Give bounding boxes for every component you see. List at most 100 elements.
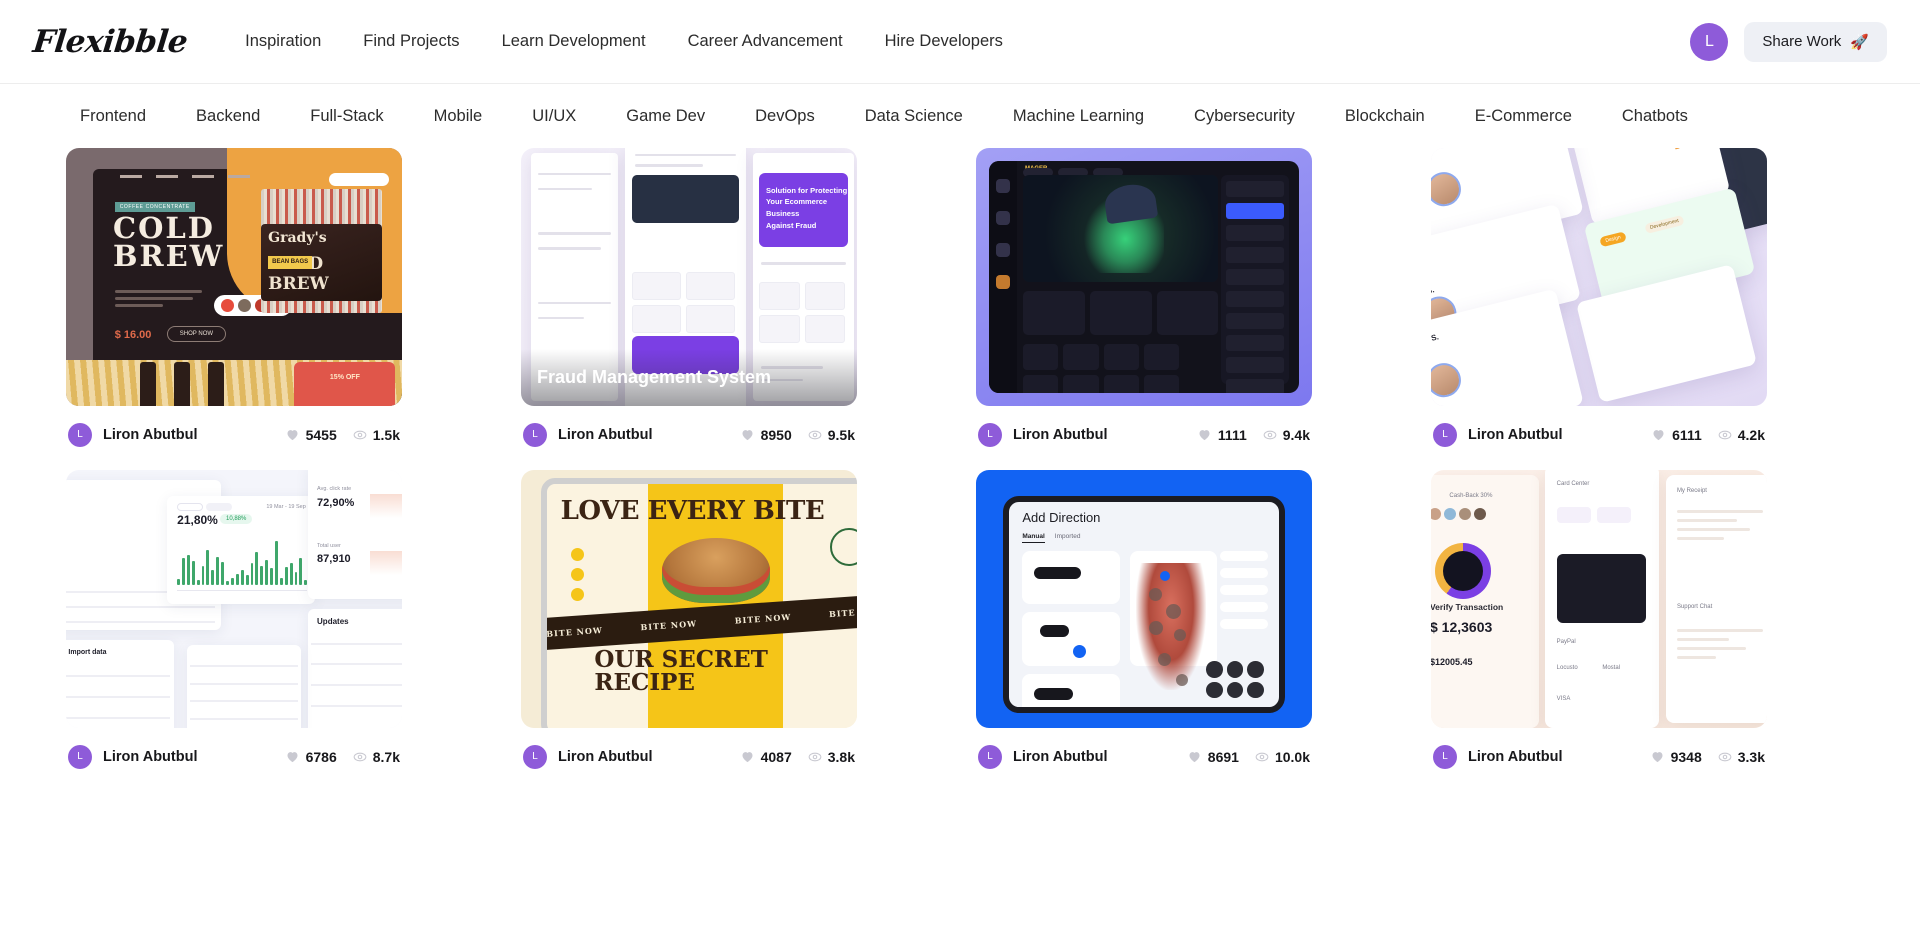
author-name[interactable]: Liron Abutbul	[1013, 749, 1108, 765]
nav-link-learn-development[interactable]: Learn Development	[502, 32, 646, 51]
views-count: 10.0k	[1274, 748, 1310, 765]
author-name[interactable]: Liron Abutbul	[103, 427, 198, 443]
project-thumbnail[interactable]: Cash-Back 30% Verify Transaction $ 12,36…	[1431, 470, 1767, 728]
author-avatar[interactable]: L	[978, 422, 1002, 447]
category-chatbots[interactable]: Chatbots	[1597, 107, 1713, 126]
author-name[interactable]: Liron Abutbul	[558, 749, 653, 765]
views-stat: 3.3k	[1718, 749, 1765, 765]
category-filter-bar: Frontend Backend Full-Stack Mobile UI/UX…	[0, 84, 1920, 148]
views-stat: 3.8k	[808, 749, 855, 765]
eye-icon	[1263, 430, 1277, 439]
user-avatar[interactable]: L	[1690, 22, 1729, 61]
project-thumbnail[interactable]: MAGER	[976, 148, 1312, 406]
nav-link-inspiration[interactable]: Inspiration	[245, 32, 321, 51]
category-machine-learning[interactable]: Machine Learning	[988, 107, 1169, 126]
art-bag-badge: BEAN BAGS	[268, 256, 313, 269]
thumbnail-art: Add Direction Manual Imported	[976, 470, 1312, 728]
card-stats: 6111 4.2k	[1651, 427, 1765, 443]
category-frontend[interactable]: Frontend	[66, 107, 171, 126]
art-verify: Verify Transaction	[1431, 601, 1504, 612]
author-name[interactable]: Liron Abutbul	[1468, 749, 1563, 765]
art-amount2: $12005.45	[1431, 657, 1473, 668]
category-game-dev[interactable]: Game Dev	[601, 107, 730, 126]
likes-count: 4087	[760, 748, 792, 765]
category-e-commerce[interactable]: E-Commerce	[1450, 107, 1597, 126]
likes-count: 8691	[1207, 748, 1239, 765]
primary-nav: Inspiration Find Projects Learn Developm…	[245, 32, 1003, 51]
eye-icon	[808, 430, 822, 439]
views-stat: 4.2k	[1718, 427, 1765, 443]
eye-icon	[808, 752, 822, 761]
project-thumbnail[interactable]: Add Direction Manual Imported	[976, 470, 1312, 728]
share-work-label: Share Work	[1762, 33, 1842, 50]
category-data-science[interactable]: Data Science	[840, 107, 988, 126]
views-stat: 1.5k	[353, 427, 400, 443]
art-cashback: Cash-Back 30%	[1449, 492, 1493, 499]
heart-icon	[1189, 752, 1200, 763]
likes-stat: 1111	[1197, 427, 1247, 443]
project-thumbnail[interactable]: LOVE EVERY BITE BITE NOW BITE NOW BITE NOW…	[521, 470, 857, 728]
project-card: Cash-Back 30% Verify Transaction $ 12,36…	[1431, 470, 1767, 772]
nav-link-career-advancement[interactable]: Career Advancement	[688, 32, 843, 51]
author-name[interactable]: Liron Abutbul	[1468, 427, 1563, 443]
likes-count: 6786	[305, 748, 337, 765]
author-name[interactable]: Liron Abutbul	[1013, 427, 1108, 443]
art-kpi1-label: Avg. click rate	[317, 486, 352, 493]
author-name[interactable]: Liron Abutbul	[103, 749, 198, 765]
category-ui-ux[interactable]: UI/UX	[507, 107, 601, 126]
category-full-stack[interactable]: Full-Stack	[285, 107, 408, 126]
project-card: 19 Mar - 19 Sep 21,80% 10,88% Avg. click…	[66, 470, 402, 772]
project-thumbnail[interactable]: Julia D. DesignDevelopment progressJohn …	[1431, 148, 1767, 406]
art-kpi2-value: 87,910	[317, 553, 351, 566]
project-thumbnail[interactable]: COFFEE CONCENTRATE COLD BREW $ 16.00 SHOP…	[66, 148, 402, 406]
card-stats: 6786 8.7k	[285, 749, 400, 765]
category-devops[interactable]: DevOps	[730, 107, 840, 126]
category-cybersecurity[interactable]: Cybersecurity	[1169, 107, 1320, 126]
art-promo: 15% OFF	[294, 362, 396, 406]
project-thumbnail[interactable]: 19 Mar - 19 Sep 21,80% 10,88% Avg. click…	[66, 470, 402, 728]
eye-icon	[1255, 752, 1269, 761]
views-stat: 10.0k	[1255, 749, 1310, 765]
category-blockchain[interactable]: Blockchain	[1320, 107, 1450, 126]
art-kpi1-value: 72,90%	[317, 497, 355, 510]
art-support: Support Chat	[1676, 603, 1713, 610]
art-headline: COLD BREW	[113, 211, 225, 273]
heart-icon	[1199, 430, 1210, 441]
card-stats: 8691 10.0k	[1187, 749, 1310, 765]
eye-icon	[1718, 430, 1732, 439]
author-name[interactable]: Liron Abutbul	[558, 427, 653, 443]
projects-grid: COFFEE CONCENTRATE COLD BREW $ 16.00 SHOP…	[0, 148, 1920, 772]
rocket-icon: 🚀	[1850, 33, 1869, 51]
author-avatar[interactable]: L	[523, 744, 547, 769]
author-avatar[interactable]: L	[68, 422, 92, 447]
author-avatar[interactable]: L	[68, 744, 92, 769]
thumbnail-art: MAGER	[976, 148, 1312, 406]
author-avatar[interactable]: L	[978, 744, 1002, 769]
likes-count: 8950	[760, 426, 792, 443]
share-work-button[interactable]: Share Work 🚀	[1744, 21, 1887, 62]
nav-link-find-projects[interactable]: Find Projects	[363, 32, 459, 51]
art-updates-title: Updates	[317, 617, 349, 627]
art-tab-active: Manual	[1022, 533, 1045, 543]
project-thumbnail[interactable]: Solution for Protecting Your Ecommerce Bu…	[521, 148, 857, 406]
category-backend[interactable]: Backend	[171, 107, 285, 126]
site-logo[interactable]: Flexibble	[31, 24, 189, 60]
likes-stat: 4087	[740, 749, 792, 765]
author-avatar[interactable]: L	[523, 422, 547, 447]
card-footer: L Liron Abutbul 8950 9.5k	[521, 406, 857, 450]
author-avatar[interactable]: L	[1433, 422, 1457, 447]
views-count: 4.2k	[1737, 426, 1765, 443]
thumbnail-art: LOVE EVERY BITE BITE NOW BITE NOW BITE NOW…	[521, 470, 857, 728]
nav-link-hire-developers[interactable]: Hire Developers	[885, 32, 1003, 51]
author-avatar[interactable]: L	[1433, 744, 1457, 769]
category-mobile[interactable]: Mobile	[409, 107, 508, 126]
art-sub: OUR SECRET RECIPE	[594, 645, 768, 696]
thumbnail-art: Julia D. DesignDevelopment progressJohn …	[1431, 148, 1767, 406]
views-count: 9.4k	[1282, 426, 1310, 443]
art-headline: LOVE EVERY BITE	[560, 496, 825, 527]
card-stats: 5455 1.5k	[285, 427, 400, 443]
art-person-name: Meera S.	[1431, 332, 1441, 349]
heart-icon	[1652, 752, 1663, 763]
views-count: 3.8k	[827, 748, 855, 765]
art-tab-inactive: Imported	[1054, 532, 1081, 540]
